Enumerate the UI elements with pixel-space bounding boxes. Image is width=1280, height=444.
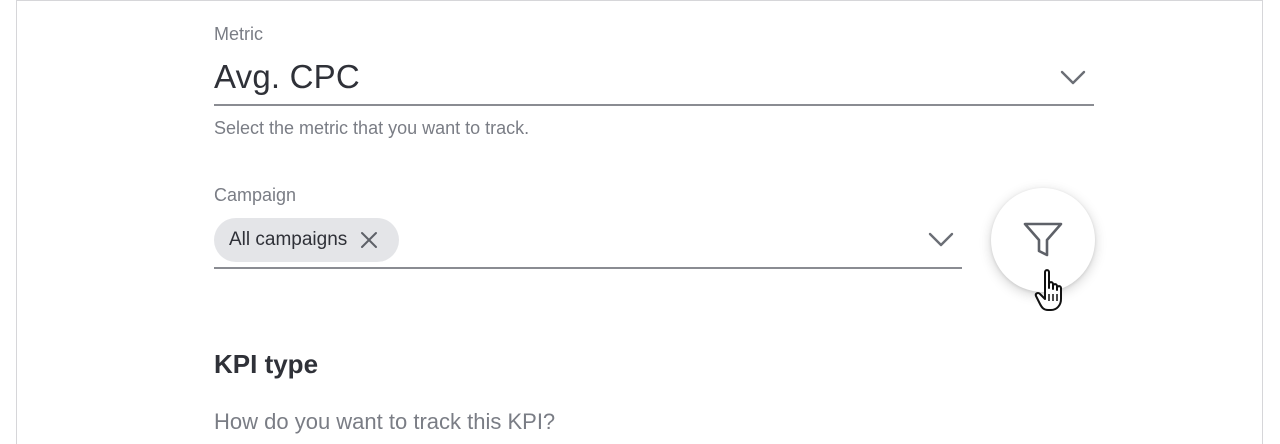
kpi-type-heading: KPI type bbox=[214, 349, 319, 379]
metric-select[interactable]: Avg. CPC bbox=[214, 56, 1094, 106]
chevron-down-icon[interactable] bbox=[928, 232, 954, 248]
filter-icon bbox=[1023, 222, 1063, 257]
chevron-down-icon[interactable] bbox=[1060, 70, 1086, 86]
campaign-chip: All campaigns bbox=[214, 218, 400, 262]
campaign-select[interactable]: All campaigns bbox=[214, 216, 962, 269]
metric-label: Metric bbox=[214, 24, 263, 44]
campaign-chip-label: All campaigns bbox=[229, 229, 348, 250]
kpi-type-question: How do you want to track this KPI? bbox=[214, 409, 556, 434]
hand-pointer-icon bbox=[1034, 269, 1062, 311]
metric-selected-value: Avg. CPC bbox=[214, 58, 360, 95]
close-icon[interactable] bbox=[359, 230, 379, 250]
metric-helper-text: Select the metric that you want to track… bbox=[214, 118, 530, 138]
campaign-label: Campaign bbox=[214, 185, 297, 205]
